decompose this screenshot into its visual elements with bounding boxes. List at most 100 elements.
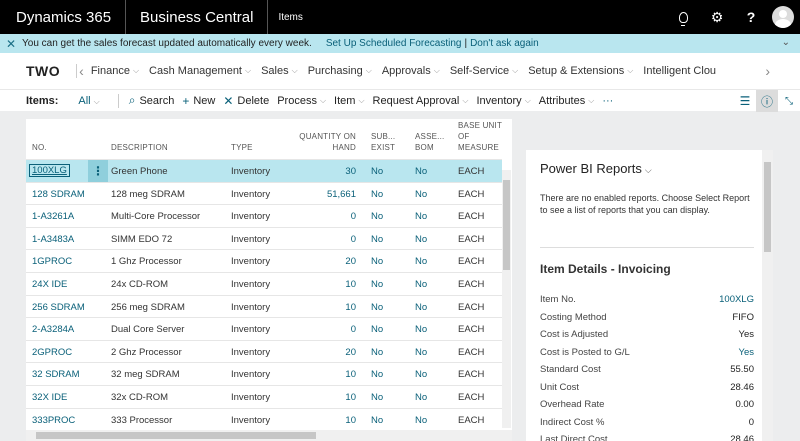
nav-sales[interactable]: Sales ⌵: [256, 65, 303, 77]
grid-vertical-scrollbar[interactable]: [502, 170, 511, 428]
cell-assembly-bom[interactable]: No: [415, 166, 427, 177]
item-menu[interactable]: Item ⌵: [334, 95, 364, 107]
cell-item-no[interactable]: 32 SDRAM: [32, 369, 80, 380]
table-row[interactable]: 2GPROC 2 Ghz Processor Inventory 20 No No EACH: [26, 339, 502, 363]
search-button[interactable]: ⌕ Search: [129, 93, 175, 108]
list-view-icon[interactable]: ☰: [734, 90, 756, 112]
table-row[interactable]: 32 SDRAM 32 meg SDRAM Inventory 10 No No EACH: [26, 362, 502, 385]
dont-ask-again-link[interactable]: Don't ask again: [470, 38, 539, 49]
nav-purchasing[interactable]: Purchasing ⌵: [303, 65, 377, 77]
col-header-quantity[interactable]: QUANTITY ON HAND: [292, 131, 356, 153]
cell-substitutes[interactable]: No: [371, 279, 383, 290]
table-row[interactable]: 2-A3284A Dual Core Server Inventory 0 No No EA…: [26, 317, 502, 340]
col-header-type[interactable]: TYPE: [231, 142, 253, 153]
cell-quantity[interactable]: 20: [292, 256, 356, 267]
cell-assembly-bom[interactable]: No: [415, 211, 427, 222]
cell-substitutes[interactable]: No: [371, 234, 383, 245]
cell-substitutes[interactable]: No: [371, 302, 383, 313]
info-icon[interactable]: ⓘ: [756, 90, 778, 112]
cell-item-no[interactable]: 128 SDRAM: [32, 189, 85, 200]
cell-assembly-bom[interactable]: No: [415, 392, 427, 403]
lightbulb-icon[interactable]: [666, 0, 700, 34]
col-header-assembly-bom[interactable]: ASSE... BOM: [415, 131, 444, 153]
cell-quantity[interactable]: 0: [292, 324, 356, 335]
cell-assembly-bom[interactable]: No: [415, 369, 427, 380]
cell-substitutes[interactable]: No: [371, 189, 383, 200]
cell-substitutes[interactable]: No: [371, 415, 383, 426]
cell-assembly-bom[interactable]: No: [415, 302, 427, 313]
cell-assembly-bom[interactable]: No: [415, 189, 427, 200]
more-actions-button[interactable]: ···: [602, 95, 613, 107]
chevron-down-icon[interactable]: ⌄: [782, 37, 790, 48]
field-value[interactable]: 100XLG: [719, 294, 754, 305]
gear-icon[interactable]: ⚙: [700, 0, 734, 34]
nav-intelligent-cloud[interactable]: Intelligent Clou: [638, 65, 721, 77]
cell-quantity[interactable]: 30: [292, 166, 356, 177]
nav-scroll-left-icon[interactable]: ‹: [77, 63, 86, 79]
field-value[interactable]: Yes: [739, 347, 755, 358]
col-header-description[interactable]: DESCRIPTION: [111, 142, 168, 153]
cell-item-no[interactable]: 256 SDRAM: [32, 302, 85, 313]
cell-item-no[interactable]: 1-A3483A: [32, 234, 74, 245]
cell-assembly-bom[interactable]: No: [415, 324, 427, 335]
cell-substitutes[interactable]: No: [371, 166, 383, 177]
cell-quantity[interactable]: 20: [292, 347, 356, 358]
grid-horizontal-scrollbar[interactable]: [26, 430, 512, 441]
table-row[interactable]: 1-A3483A SIMM EDO 72 Inventory 0 No No EACH: [26, 226, 502, 250]
cell-item-no[interactable]: 1-A3261A: [32, 211, 74, 222]
request-approval-menu[interactable]: Request Approval ⌵: [373, 95, 469, 107]
cell-quantity[interactable]: 10: [292, 369, 356, 380]
cell-substitutes[interactable]: No: [371, 324, 383, 335]
table-row[interactable]: 32X IDE 32x CD-ROM Inventory 10 No No EACH: [26, 385, 502, 408]
cell-assembly-bom[interactable]: No: [415, 279, 427, 290]
company-name[interactable]: TWO: [0, 63, 76, 79]
cell-quantity[interactable]: 10: [292, 392, 356, 403]
cell-quantity[interactable]: 0: [292, 234, 356, 245]
cell-quantity[interactable]: 51,661: [292, 189, 356, 200]
cell-quantity[interactable]: 10: [292, 415, 356, 426]
app-name[interactable]: Business Central: [126, 0, 269, 34]
table-row[interactable]: 100XLG Green Phone Inventory 30 No No EACH ⋮: [26, 159, 502, 182]
help-icon[interactable]: ?: [734, 0, 768, 34]
collapse-icon[interactable]: ⤡: [778, 90, 800, 112]
setup-forecasting-link[interactable]: Set Up Scheduled Forecasting: [326, 38, 462, 49]
view-filter-all[interactable]: All ⌵: [78, 95, 99, 107]
cell-item-no[interactable]: 333PROC: [32, 415, 75, 426]
item-details-invoicing-title[interactable]: Item Details - Invoicing: [540, 262, 671, 276]
cell-item-no[interactable]: 2GPROC: [32, 347, 72, 358]
cell-assembly-bom[interactable]: No: [415, 256, 427, 267]
table-row[interactable]: 333PROC 333 Processor Inventory 10 No No EACH: [26, 407, 502, 431]
table-row[interactable]: 1-A3261A Multi-Core Processor Inventory 0 No…: [26, 204, 502, 227]
cell-item-no[interactable]: 1GPROC: [32, 256, 72, 267]
table-row[interactable]: 128 SDRAM 128 meg SDRAM Inventory 51,661 No N…: [26, 181, 502, 205]
brand-name[interactable]: Dynamics 365: [0, 0, 127, 34]
table-row[interactable]: 1GPROC 1 Ghz Processor Inventory 20 No No EACH: [26, 249, 502, 272]
nav-finance[interactable]: Finance ⌵: [86, 65, 144, 77]
cell-substitutes[interactable]: No: [371, 347, 383, 358]
row-actions-kebab-icon[interactable]: ⋮: [88, 160, 108, 182]
nav-cash-management[interactable]: Cash Management ⌵: [144, 65, 256, 77]
attributes-menu[interactable]: Attributes ⌵: [539, 95, 595, 107]
inventory-menu[interactable]: Inventory ⌵: [476, 95, 530, 107]
cell-assembly-bom[interactable]: No: [415, 415, 427, 426]
factbox-scrollbar[interactable]: [762, 150, 773, 441]
powerbi-reports-title[interactable]: Power BI Reports ⌵: [540, 161, 652, 176]
cell-item-no[interactable]: 100XLG: [29, 164, 70, 177]
cell-assembly-bom[interactable]: No: [415, 234, 427, 245]
table-row[interactable]: 256 SDRAM 256 meg SDRAM Inventory 10 No No EAC…: [26, 294, 502, 318]
col-header-no[interactable]: NO.: [32, 142, 47, 153]
cell-quantity[interactable]: 0: [292, 211, 356, 222]
cell-substitutes[interactable]: No: [371, 256, 383, 267]
nav-approvals[interactable]: Approvals ⌵: [377, 65, 445, 77]
col-header-substitutes[interactable]: SUB... EXIST: [371, 131, 395, 153]
delete-button[interactable]: ✕ Delete: [223, 94, 269, 108]
cell-item-no[interactable]: 24X IDE: [32, 279, 67, 290]
cell-item-no[interactable]: 2-A3284A: [32, 324, 74, 335]
nav-scroll-right-icon[interactable]: ›: [763, 63, 772, 79]
process-menu[interactable]: Process ⌵: [277, 95, 326, 107]
col-header-base-uom[interactable]: BASE UNIT OF MEASURE: [458, 120, 502, 153]
cell-substitutes[interactable]: No: [371, 369, 383, 380]
cell-quantity[interactable]: 10: [292, 279, 356, 290]
nav-self-service[interactable]: Self-Service ⌵: [445, 65, 523, 77]
cell-substitutes[interactable]: No: [371, 211, 383, 222]
